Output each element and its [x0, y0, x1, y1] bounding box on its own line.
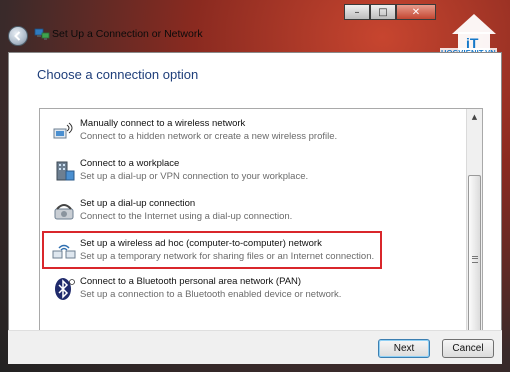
minimize-button[interactable]: –: [344, 4, 370, 20]
option-manual-wireless[interactable]: Manually connect to a wireless network C…: [46, 113, 464, 151]
option-description: Set up a dial-up or VPN connection to yo…: [80, 171, 309, 182]
option-workplace[interactable]: Connect to a workplace Set up a dial-up …: [46, 153, 464, 191]
option-title: Connect to a Bluetooth personal area net…: [80, 276, 302, 287]
option-title: Manually connect to a wireless network: [80, 118, 246, 129]
close-button[interactable]: ✕: [396, 4, 436, 20]
scroll-up-arrow-icon[interactable]: ▲: [467, 109, 482, 125]
next-button[interactable]: Next: [378, 339, 430, 358]
scroll-thumb[interactable]: [468, 175, 481, 351]
option-description: Connect to the Internet using a dial-up …: [80, 211, 293, 222]
ad-hoc-network-icon: [52, 244, 76, 259]
wireless-network-icon: [53, 122, 73, 139]
option-description: Set up a temporary network for sharing f…: [80, 251, 375, 262]
network-icon: [34, 28, 50, 40]
wizard-footer: Next Cancel: [8, 330, 502, 364]
window-controls: – □ ✕: [344, 4, 436, 20]
window-title: Set Up a Connection or Network: [52, 28, 203, 40]
back-button[interactable]: [8, 26, 28, 46]
option-bluetooth-pan[interactable]: Connect to a Bluetooth personal area net…: [46, 271, 464, 309]
vertical-scrollbar[interactable]: ▲ ▼: [466, 109, 482, 360]
option-title: Connect to a workplace: [80, 158, 180, 169]
option-title: Set up a wireless ad hoc (computer-to-co…: [80, 238, 322, 249]
window-frame: Set Up a Connection or Network – □ ✕ iT …: [0, 0, 510, 372]
dial-up-icon: [54, 204, 74, 220]
back-arrow-icon: [14, 31, 21, 41]
option-description: Set up a connection to a Bluetooth enabl…: [80, 289, 342, 300]
option-ad-hoc-network[interactable]: Set up a wireless ad hoc (computer-to-co…: [42, 231, 382, 269]
option-title: Set up a dial-up connection: [80, 198, 196, 209]
option-description: Connect to a hidden network or create a …: [80, 131, 338, 142]
scroll-grip-icon: [472, 256, 478, 263]
page-heading: Choose a connection option: [37, 67, 199, 82]
maximize-button[interactable]: □: [370, 4, 396, 20]
bluetooth-icon: [55, 278, 75, 300]
cancel-button[interactable]: Cancel: [442, 339, 494, 358]
connection-options-list: Manually connect to a wireless network C…: [39, 108, 483, 361]
title-bar: Set Up a Connection or Network – □ ✕: [0, 0, 510, 50]
option-dial-up[interactable]: Set up a dial-up connection Connect to t…: [46, 193, 464, 231]
wizard-content: Choose a connection option Manually conn…: [8, 52, 502, 364]
workplace-icon: [56, 161, 75, 181]
